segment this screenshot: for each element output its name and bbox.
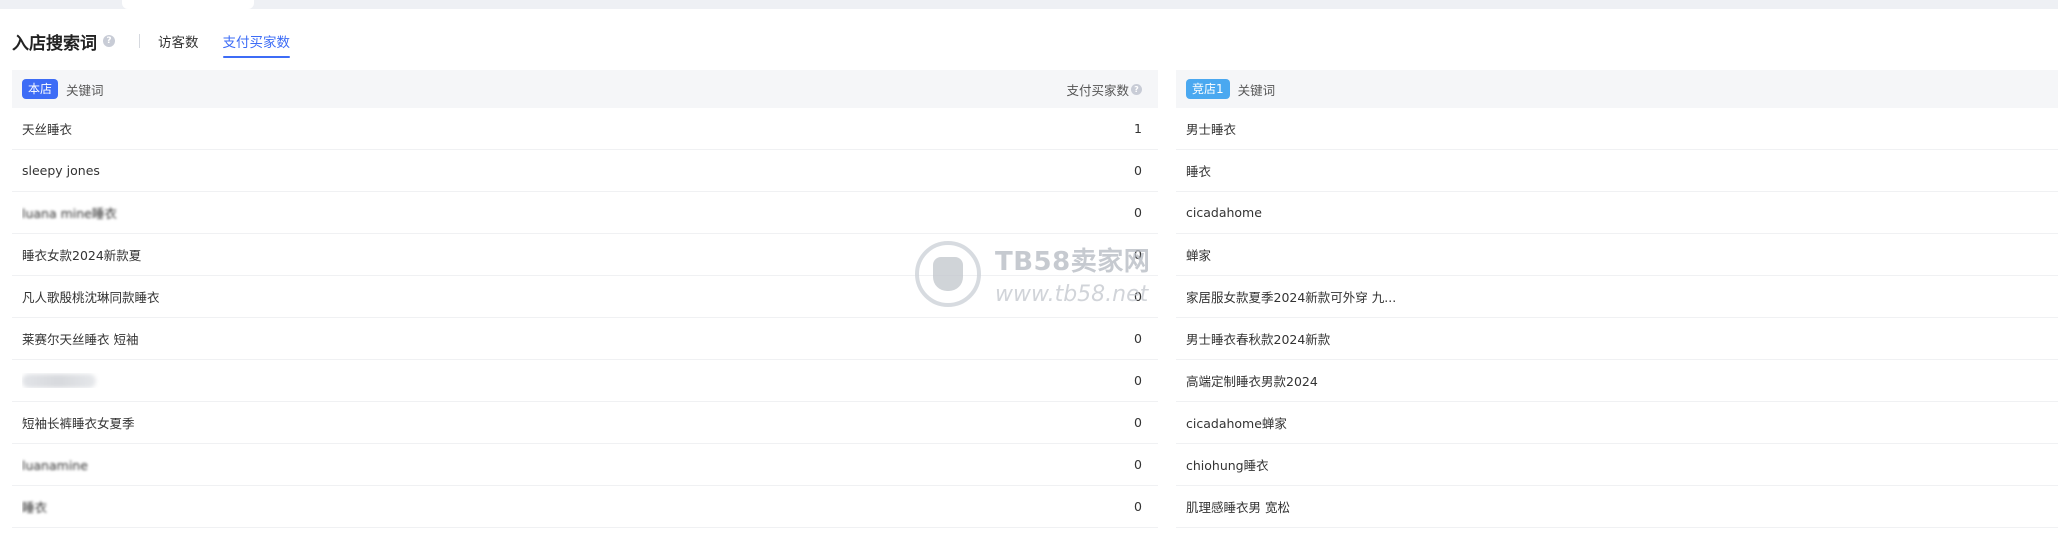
table-row[interactable]: 睡衣 bbox=[1176, 150, 2058, 192]
keyword-column-header: 关键词 bbox=[1237, 82, 1276, 98]
help-icon[interactable]: ? bbox=[103, 35, 115, 47]
tab-visitors[interactable]: 访客数 bbox=[158, 31, 199, 51]
keyword-cell: luana mine睡衣 bbox=[22, 203, 1082, 222]
keyword-cell: 男士睡衣 bbox=[1186, 122, 1237, 137]
keyword-cell: 睡衣 bbox=[22, 497, 1082, 516]
value-cell: 0 bbox=[1134, 289, 1142, 304]
table-row[interactable]: cicadahome bbox=[1176, 192, 2058, 234]
own-store-panel: 本店 关键词 支付买家数 ? 天丝睡衣 1 sleepy jones 0 lua… bbox=[12, 70, 1158, 528]
value-cell: 0 bbox=[1134, 163, 1142, 178]
value-cell: 0 bbox=[1134, 415, 1142, 430]
section-header: 入店搜索词 ? 访客数 支付买家数 bbox=[12, 26, 314, 58]
value-column-header: 支付买家数 ? bbox=[1066, 80, 1142, 99]
own-store-table-header: 本店 关键词 支付买家数 ? bbox=[12, 70, 1158, 108]
keyword-cell: 睡衣女款2024新款夏 bbox=[22, 248, 142, 263]
page: 入店搜索词 ? 访客数 支付买家数 本店 关键词 支付买家数 ? 天丝睡衣 1 … bbox=[0, 0, 2058, 544]
table-row[interactable]: 睡衣 0 bbox=[12, 486, 1158, 528]
keyword-cell: cicadahome bbox=[1186, 205, 1262, 220]
table-row[interactable]: 睡衣女款2024新款夏 0 bbox=[12, 234, 1158, 276]
table-row[interactable]: 凡人歌殷桃沈琳同款睡衣 0 bbox=[12, 276, 1158, 318]
value-cell: 0 bbox=[1134, 247, 1142, 262]
keyword-cell: 蝉家 bbox=[1186, 248, 1212, 263]
top-tab-notch bbox=[122, 0, 254, 9]
table-row[interactable]: 蝉家 bbox=[1176, 234, 2058, 276]
table-row[interactable]: cicadahome蝉家 bbox=[1176, 402, 2058, 444]
table-row[interactable]: 莱赛尔天丝睡衣 短袖 0 bbox=[12, 318, 1158, 360]
value-cell: 0 bbox=[1134, 373, 1142, 388]
keyword-cell: 睡衣 bbox=[1186, 164, 1212, 179]
section-title: 入店搜索词 bbox=[12, 33, 97, 54]
keyword-cell: luanamine bbox=[22, 457, 1082, 473]
keyword-cell: chiohung睡衣 bbox=[1186, 458, 1269, 473]
value-cell: 0 bbox=[1134, 205, 1142, 220]
tab-paying-buyers[interactable]: 支付买家数 bbox=[222, 31, 290, 58]
keyword-cell: 天丝睡衣 bbox=[22, 122, 73, 137]
header-divider bbox=[139, 34, 140, 48]
table-row[interactable]: 天丝睡衣 1 bbox=[12, 108, 1158, 150]
value-column-label: 支付买家数 bbox=[1066, 82, 1129, 98]
table-row[interactable]: luana mine睡衣 0 bbox=[12, 192, 1158, 234]
value-cell: 0 bbox=[1134, 457, 1142, 472]
table-row[interactable]: 短袖长裤睡衣女夏季 0 bbox=[12, 402, 1158, 444]
table-row[interactable]: 肌理感睡衣男 宽松 bbox=[1176, 486, 2058, 528]
rival-store-panel: 竞店1 关键词 男士睡衣 睡衣 cicadahome 蝉家 家居服女款夏季202… bbox=[1176, 70, 2058, 528]
table-row[interactable]: luanamine 0 bbox=[12, 444, 1158, 486]
table-row[interactable]: 家居服女款夏季2024新款可外穿 九... bbox=[1176, 276, 2058, 318]
table-row[interactable]: 男士睡衣 bbox=[1176, 108, 2058, 150]
table-row[interactable]: 0 bbox=[12, 360, 1158, 402]
blurred-keyword bbox=[22, 374, 96, 389]
rival-store-table-header: 竞店1 关键词 bbox=[1176, 70, 2058, 108]
keyword-cell: 短袖长裤睡衣女夏季 bbox=[22, 416, 135, 431]
value-cell: 0 bbox=[1134, 499, 1142, 514]
value-cell: 0 bbox=[1134, 331, 1142, 346]
partially-blurred-keyword: luanamine bbox=[22, 457, 88, 473]
keyword-cell: 凡人歌殷桃沈琳同款睡衣 bbox=[22, 290, 160, 305]
keyword-cell: sleepy jones bbox=[22, 163, 100, 178]
table-row[interactable]: chiohung睡衣 bbox=[1176, 444, 2058, 486]
top-strip bbox=[0, 0, 2058, 9]
keyword-cell: 男士睡衣春秋款2024新款 bbox=[1186, 332, 1331, 347]
table-row[interactable]: 高端定制睡衣男款2024 bbox=[1176, 360, 2058, 402]
keyword-cell bbox=[22, 373, 1082, 389]
keyword-cell: 肌理感睡衣男 宽松 bbox=[1186, 500, 1290, 515]
partially-blurred-keyword: 睡衣 bbox=[22, 500, 48, 515]
table-row[interactable]: sleepy jones 0 bbox=[12, 150, 1158, 192]
table-row[interactable]: 男士睡衣春秋款2024新款 bbox=[1176, 318, 2058, 360]
own-store-badge: 本店 bbox=[22, 79, 59, 99]
help-icon[interactable]: ? bbox=[1131, 83, 1142, 95]
rival-store-badge: 竞店1 bbox=[1186, 79, 1230, 99]
keyword-cell: 莱赛尔天丝睡衣 短袖 bbox=[22, 332, 139, 347]
keyword-column-header: 关键词 bbox=[66, 82, 104, 98]
keyword-cell: 家居服女款夏季2024新款可外穿 九... bbox=[1186, 290, 1397, 305]
partially-blurred-keyword: luana mine睡衣 bbox=[22, 206, 117, 221]
value-cell: 1 bbox=[1134, 121, 1142, 136]
keyword-cell: 高端定制睡衣男款2024 bbox=[1186, 374, 1318, 389]
keyword-cell: cicadahome蝉家 bbox=[1186, 416, 1287, 431]
